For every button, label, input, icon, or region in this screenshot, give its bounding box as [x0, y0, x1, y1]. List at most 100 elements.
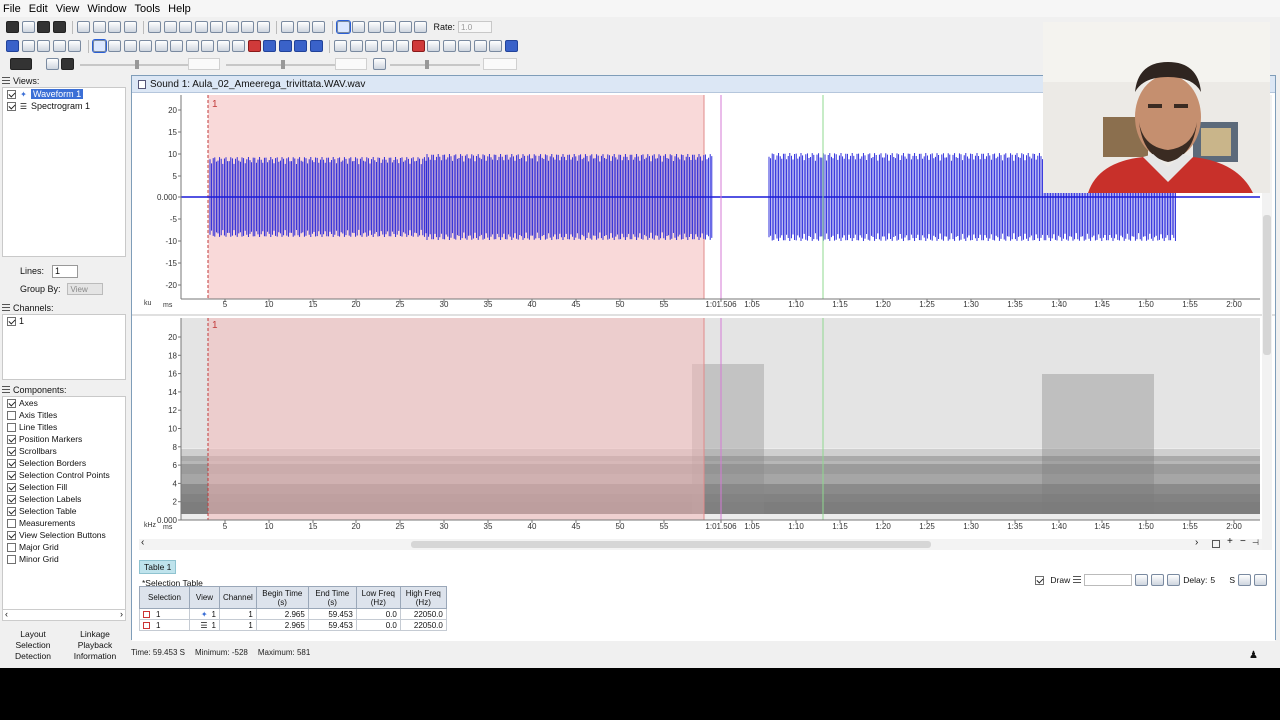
- hand-icon[interactable]: [108, 40, 121, 52]
- draw-icon[interactable]: [1073, 575, 1082, 585]
- component-checkbox[interactable]: [7, 434, 16, 444]
- component-checkbox[interactable]: [7, 458, 16, 468]
- crosshair-icon[interactable]: [91, 39, 107, 53]
- zoom-out-icon[interactable]: [216, 40, 230, 52]
- export-icon[interactable]: [108, 21, 121, 33]
- menu-file[interactable]: File: [3, 3, 21, 15]
- zoom-in-icon[interactable]: [201, 40, 214, 52]
- column-header[interactable]: Begin Time (s): [255, 586, 309, 609]
- zoom-out-icon[interactable]: −: [1240, 536, 1246, 547]
- component-checkbox[interactable]: [7, 410, 16, 420]
- component-item[interactable]: Line Titles: [3, 421, 125, 433]
- zoom-in-icon[interactable]: +: [1227, 536, 1233, 547]
- components-scrollbar[interactable]: ‹ ›: [2, 609, 126, 621]
- component-item[interactable]: Selection Control Points: [3, 469, 125, 481]
- menu-tools[interactable]: Tools: [134, 3, 160, 15]
- zoom-fit-icon[interactable]: [154, 40, 168, 52]
- component-checkbox[interactable]: [7, 494, 16, 504]
- prev-icon[interactable]: [1135, 574, 1149, 586]
- grid-icon[interactable]: [52, 21, 66, 33]
- menu-view[interactable]: View: [56, 3, 80, 15]
- play-reverse-icon[interactable]: [383, 21, 396, 33]
- component-item[interactable]: Axes: [3, 397, 125, 409]
- scroll-right-icon[interactable]: ›: [120, 609, 123, 619]
- view-checkbox[interactable]: [7, 89, 16, 99]
- delete-icon[interactable]: [179, 21, 192, 33]
- step-down-icon[interactable]: [1238, 574, 1251, 586]
- new-icon[interactable]: [21, 21, 35, 33]
- layout-icon-4[interactable]: [309, 40, 323, 52]
- menu-window[interactable]: Window: [87, 3, 126, 15]
- record-icon[interactable]: [6, 21, 19, 33]
- view-item-waveform[interactable]: ✦ Waveform 1: [3, 88, 125, 100]
- layers-icon[interactable]: [68, 40, 81, 52]
- component-checkbox[interactable]: [7, 530, 16, 540]
- table-row[interactable]: 1 ☰ 1 1 2.965 59.453 0.0 22050.0: [139, 619, 447, 631]
- draw-input[interactable]: [1084, 574, 1133, 586]
- channel-checkbox[interactable]: [7, 316, 16, 326]
- list-icon[interactable]: [373, 58, 386, 70]
- tab-table-1[interactable]: Table 1: [139, 560, 177, 574]
- select-icon[interactable]: [6, 40, 19, 52]
- marker-icon[interactable]: [247, 40, 261, 52]
- next-icon[interactable]: [1151, 574, 1165, 586]
- rotate-left-icon[interactable]: [334, 40, 347, 52]
- list-icon[interactable]: [21, 40, 35, 52]
- component-item[interactable]: Selection Fill: [3, 481, 125, 493]
- grip-icon[interactable]: [2, 303, 10, 313]
- scroll-left-icon[interactable]: ‹: [141, 537, 144, 548]
- filter-icon[interactable]: [194, 21, 208, 33]
- component-item[interactable]: View Selection Buttons: [3, 529, 125, 541]
- tab-playback[interactable]: Playback: [64, 640, 126, 650]
- spectrogram-selection[interactable]: [208, 318, 704, 520]
- resolution-slider[interactable]: [390, 60, 480, 69]
- measure-icon[interactable]: [296, 21, 310, 33]
- step-up-icon[interactable]: [1254, 574, 1267, 586]
- tab-layout[interactable]: Layout: [2, 629, 64, 639]
- scroll-left-icon[interactable]: ‹: [5, 609, 8, 619]
- detector-icon[interactable]: [312, 21, 325, 33]
- slider-knob[interactable]: [135, 60, 139, 69]
- channel-item[interactable]: 1: [3, 315, 125, 327]
- column-header[interactable]: Channel: [219, 586, 257, 609]
- component-item[interactable]: Major Grid: [3, 541, 125, 553]
- tab-selection[interactable]: Selection: [2, 640, 64, 650]
- time-scrollbar[interactable]: ‹ › + − ⊣: [139, 536, 1271, 550]
- component-checkbox[interactable]: [7, 470, 16, 480]
- channel-icon[interactable]: [458, 40, 471, 52]
- rate-input[interactable]: 1.0: [458, 21, 493, 33]
- delay-input[interactable]: 5: [1210, 575, 1226, 585]
- open-icon[interactable]: [37, 21, 50, 33]
- column-header[interactable]: Low Freq (Hz): [355, 586, 401, 609]
- component-checkbox[interactable]: [7, 398, 16, 408]
- draw-checkbox[interactable]: [1035, 575, 1045, 585]
- palette-icon[interactable]: [46, 58, 59, 70]
- zoom-box-icon[interactable]: [139, 40, 152, 52]
- clipboard-icon[interactable]: [256, 21, 270, 33]
- bird-icon[interactable]: [504, 40, 518, 52]
- brightness-input[interactable]: [188, 58, 220, 70]
- table-icon[interactable]: [281, 21, 294, 33]
- component-item[interactable]: Scrollbars: [3, 445, 125, 457]
- save-icon[interactable]: [77, 21, 90, 33]
- contrast-slider[interactable]: [226, 60, 336, 69]
- scroll-right-icon[interactable]: ›: [1195, 537, 1198, 548]
- layout-icon-3[interactable]: [294, 40, 307, 52]
- lock-icon[interactable]: [380, 40, 394, 52]
- component-checkbox[interactable]: [7, 506, 16, 516]
- contrast-input[interactable]: [335, 58, 367, 70]
- tab-information[interactable]: Information: [64, 651, 126, 661]
- component-item[interactable]: Selection Labels: [3, 493, 125, 505]
- component-checkbox[interactable]: [7, 446, 16, 456]
- paste-icon[interactable]: [163, 21, 177, 33]
- spectro-icon[interactable]: [442, 40, 456, 52]
- component-item[interactable]: Axis Titles: [3, 409, 125, 421]
- column-header[interactable]: High Freq (Hz): [399, 586, 447, 609]
- table-row[interactable]: 1 ✦ 1 1 2.965 59.453 0.0 22050.0: [139, 608, 447, 620]
- cut-icon[interactable]: [148, 21, 161, 33]
- play-forward-icon[interactable]: [352, 21, 365, 33]
- scroll-thumb[interactable]: [1263, 215, 1271, 355]
- component-checkbox[interactable]: [7, 518, 16, 528]
- sync-icon[interactable]: [473, 40, 487, 52]
- color-scheme-icon[interactable]: [10, 58, 32, 70]
